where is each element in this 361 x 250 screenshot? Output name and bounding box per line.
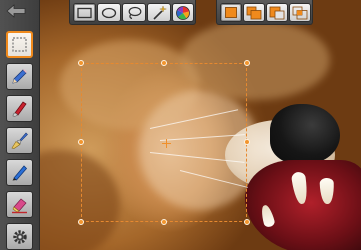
add-to-selection-button[interactable] xyxy=(243,3,265,22)
tool-red-brush[interactable] xyxy=(6,95,33,122)
lion-nose xyxy=(270,104,340,164)
selection-handle-bottom[interactable] xyxy=(161,219,167,225)
intersect-selection-button[interactable] xyxy=(289,3,311,22)
selection-handle-top[interactable] xyxy=(161,60,167,66)
magic-wand-icon xyxy=(153,4,167,20)
brush-icon xyxy=(12,101,27,117)
add-selection-icon xyxy=(246,6,262,19)
lasso-select-button[interactable] xyxy=(122,3,146,22)
tool-paint-brush[interactable] xyxy=(6,127,33,154)
rectangle-select-icon xyxy=(77,7,92,18)
photo-canvas[interactable] xyxy=(0,0,361,250)
selection-shape-toolbar xyxy=(69,0,196,25)
new-selection-icon xyxy=(225,7,237,18)
magic-wand-button[interactable] xyxy=(147,3,171,22)
tool-settings[interactable] xyxy=(6,223,33,250)
tool-selection[interactable] xyxy=(6,31,33,58)
pencil-icon xyxy=(12,69,27,84)
lasso-icon xyxy=(128,6,142,19)
new-selection-button[interactable] xyxy=(220,3,242,22)
color-select-button[interactable] xyxy=(172,3,194,22)
selection-mode-toolbar xyxy=(216,0,313,25)
selection-center-crosshair-icon[interactable] xyxy=(162,139,171,148)
rectangle-select-button[interactable] xyxy=(73,3,96,22)
selection-handle-bottom-left[interactable] xyxy=(78,219,84,225)
back-button[interactable] xyxy=(5,3,27,19)
paint-brush-icon xyxy=(11,132,28,149)
selection-handle-top-left[interactable] xyxy=(78,60,84,66)
tool-blue-pen[interactable] xyxy=(6,159,33,186)
intersect-selection-icon xyxy=(292,6,308,19)
tool-sidebar xyxy=(0,0,40,250)
app-window xyxy=(0,0,361,250)
gear-icon xyxy=(12,229,27,244)
selection-handle-bottom-right[interactable] xyxy=(244,219,250,225)
subtract-from-selection-button[interactable] xyxy=(266,3,288,22)
ellipse-select-icon xyxy=(101,7,117,18)
subtract-selection-icon xyxy=(269,6,285,19)
selection-handle-top-right[interactable] xyxy=(244,60,250,66)
tool-eraser[interactable] xyxy=(6,191,33,218)
color-wheel-icon xyxy=(176,5,190,20)
selection-handle-left[interactable] xyxy=(78,139,84,145)
tool-blue-pencil[interactable] xyxy=(6,63,33,90)
pen-icon xyxy=(12,165,28,181)
ellipse-select-button[interactable] xyxy=(97,3,121,22)
back-arrow-icon xyxy=(6,4,26,18)
eraser-icon xyxy=(12,198,27,214)
selection-tool-icon xyxy=(12,37,27,52)
selection-handle-right[interactable] xyxy=(244,139,250,145)
